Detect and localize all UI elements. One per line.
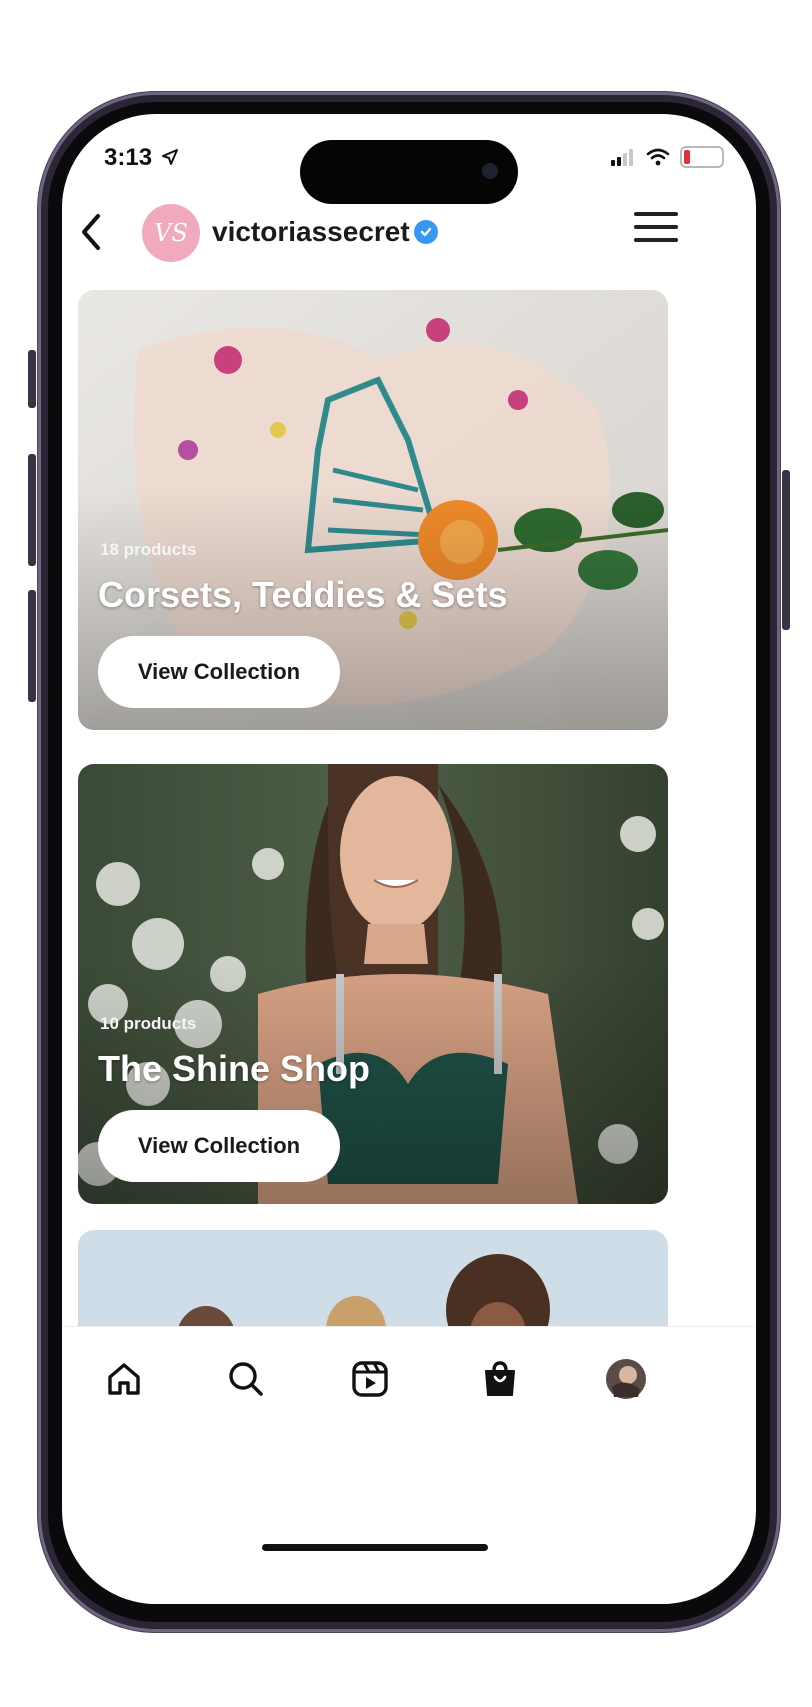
view-collection-button[interactable]: View Collection xyxy=(98,1110,340,1182)
menu-bar xyxy=(634,212,678,216)
menu-bar xyxy=(634,225,678,229)
home-indicator xyxy=(262,1544,488,1551)
nav-search[interactable] xyxy=(220,1353,272,1405)
collection-title: The Shine Shop xyxy=(98,1048,371,1089)
nav-shop[interactable] xyxy=(474,1353,526,1405)
menu-button[interactable] xyxy=(634,212,678,252)
back-button[interactable] xyxy=(72,208,112,256)
view-collection-button[interactable]: View Collection xyxy=(98,636,340,708)
bottom-navigation-bar xyxy=(62,1326,756,1437)
reels-icon xyxy=(352,1361,388,1397)
nav-reels[interactable] xyxy=(344,1353,396,1405)
volume-down-button xyxy=(28,590,36,702)
mute-switch xyxy=(28,350,36,408)
chevron-left-icon xyxy=(82,214,100,250)
volume-up-button xyxy=(28,454,36,566)
front-camera xyxy=(482,163,498,179)
nav-profile[interactable] xyxy=(600,1353,652,1405)
shop-icon xyxy=(485,1361,515,1396)
verified-badge-icon xyxy=(414,220,438,244)
status-time: 3:13 xyxy=(104,144,179,172)
status-time-text: 3:13 xyxy=(104,144,153,171)
phone-screen: 3:13 VS victoriassecret 18 products Cors… xyxy=(62,114,756,1604)
profile-avatar[interactable]: VS xyxy=(142,204,200,262)
collection-card[interactable]: 10 products The Shine Shop View Collecti… xyxy=(78,764,668,1204)
profile-username[interactable]: victoriassecret xyxy=(212,216,410,248)
location-arrow-icon xyxy=(161,149,178,165)
avatar-monogram: VS xyxy=(154,219,188,247)
home-icon xyxy=(108,1363,140,1395)
cellular-signal-icon xyxy=(611,149,633,166)
search-icon xyxy=(229,1362,263,1396)
collection-product-count: 10 products xyxy=(100,1014,197,1033)
power-button xyxy=(782,470,790,630)
collection-product-count: 18 products xyxy=(100,540,197,559)
battery-level xyxy=(684,150,690,164)
status-indicators xyxy=(610,146,724,168)
collection-card[interactable]: 18 products Corsets, Teddies & Sets View… xyxy=(78,290,668,730)
collection-title: Corsets, Teddies & Sets xyxy=(98,574,508,615)
nav-home[interactable] xyxy=(98,1353,150,1405)
menu-bar xyxy=(634,238,678,242)
battery-icon xyxy=(680,146,724,168)
wifi-icon xyxy=(646,148,670,166)
profile-header: VS victoriassecret xyxy=(62,188,756,278)
profile-avatar-icon xyxy=(606,1359,646,1399)
